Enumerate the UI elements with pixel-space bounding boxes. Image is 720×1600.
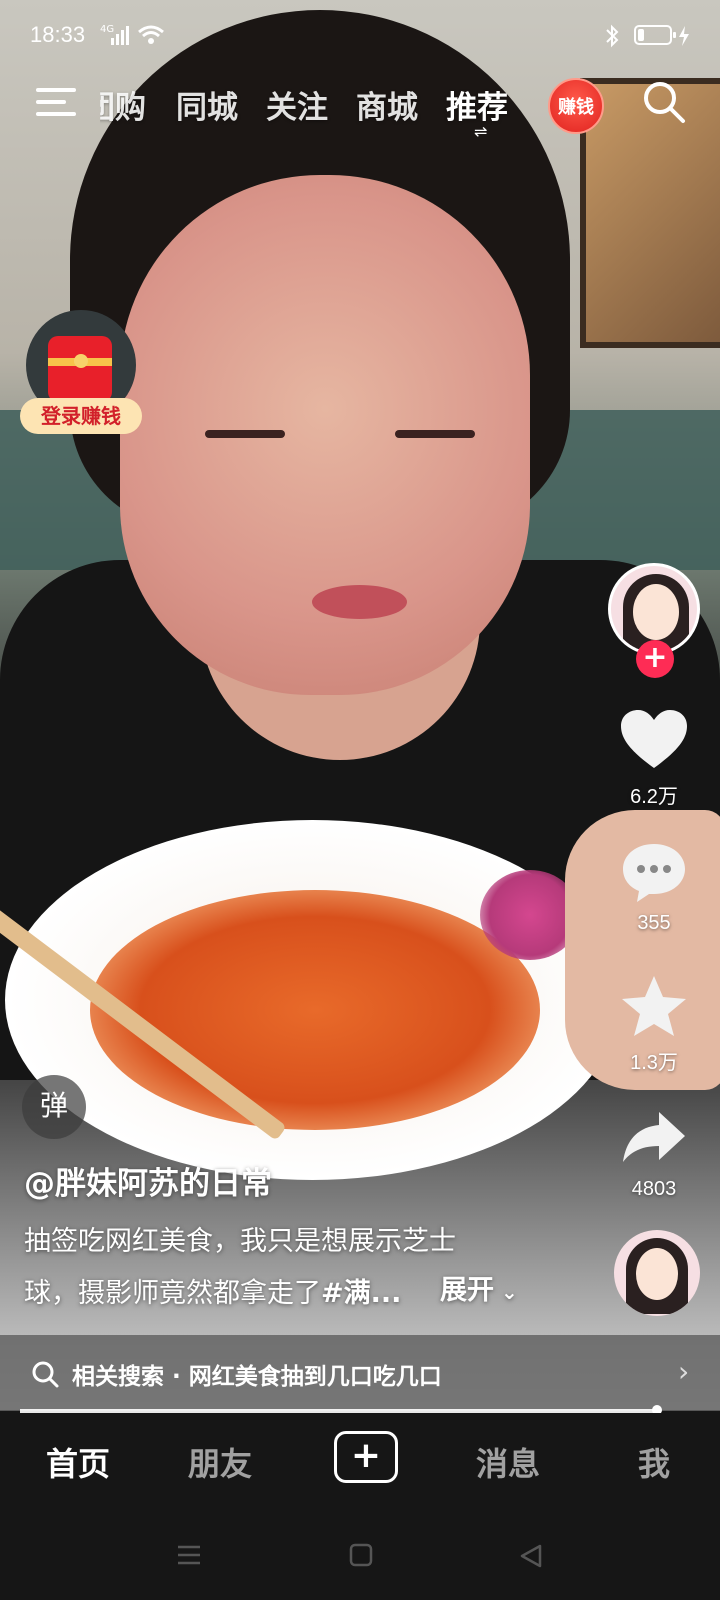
related-search-text: 相关搜索 · 网红美食抽到几口吃几口 (72, 1357, 442, 1391)
menu-icon[interactable] (36, 86, 76, 118)
related-search-icon (32, 1361, 59, 1388)
related-search-prefix: 相关搜索 · (72, 1364, 189, 1390)
recent-apps-icon[interactable] (176, 1543, 202, 1567)
tab-following[interactable]: 关注 (266, 82, 328, 127)
earn-money-badge[interactable]: 赚钱 (548, 78, 604, 134)
like-button[interactable]: 6.2万 (604, 708, 704, 809)
follow-button[interactable]: + (636, 640, 674, 678)
signal-icon (111, 26, 129, 45)
comment-icon (623, 844, 685, 902)
tab-group-buy[interactable]: 团购 (100, 82, 146, 127)
share-count: 4803 (631, 1178, 677, 1200)
create-post-button[interactable]: + (334, 1431, 398, 1483)
battery-icon (634, 25, 676, 45)
nav-friends[interactable]: 朋友 (188, 1439, 252, 1485)
red-packet-label: 登录赚钱 (20, 398, 142, 434)
favorite-count: 1.3万 (630, 1052, 678, 1074)
comment-button[interactable]: 355 (604, 840, 704, 935)
tab-recommend[interactable]: 推荐 (446, 82, 508, 127)
tab-nearby[interactable]: 同城 (176, 82, 238, 127)
like-count: 6.2万 (630, 786, 678, 808)
red-envelope-icon (48, 336, 112, 402)
charging-icon (679, 26, 689, 46)
description-hashtag[interactable]: #满... (321, 1278, 401, 1309)
author-name[interactable]: @胖妹阿苏的日常 (24, 1158, 272, 1203)
chevron-right-icon: › (678, 1355, 690, 1388)
home-square-icon[interactable] (349, 1543, 373, 1567)
nav-me[interactable]: 我 (638, 1439, 670, 1485)
comment-count: 355 (637, 912, 671, 934)
wifi-icon (138, 25, 164, 44)
right-eye (395, 430, 475, 438)
nav-home[interactable]: 首页 (46, 1439, 110, 1485)
share-button[interactable]: 4803 (604, 1106, 704, 1201)
nav-messages[interactable]: 消息 (476, 1439, 540, 1485)
status-bar: 18:33 4G (0, 0, 720, 70)
bluetooth-icon (606, 24, 619, 48)
related-search-query: 网红美食抽到几口吃几口 (188, 1364, 442, 1390)
danmu-toggle-button[interactable]: 弹 (22, 1075, 86, 1139)
avatar-face (633, 584, 679, 640)
heart-icon (621, 710, 687, 768)
description-text: 球，摄影师竟然都拿走了 (24, 1278, 321, 1309)
back-triangle-icon[interactable] (518, 1543, 544, 1569)
bottom-navigation: 首页 朋友 + 消息 我 (0, 1413, 720, 1513)
left-eye (205, 430, 285, 438)
top-navigation: 团购 同城 关注 商城 推荐 ⇌ 赚钱 (0, 70, 720, 141)
dumplings-in-sauce (90, 890, 540, 1130)
description-line-1: 抽签吃网红美食，我只是想展示芝士 (24, 1226, 456, 1257)
star-icon (622, 976, 686, 1036)
favorite-button[interactable]: 1.3万 (604, 974, 704, 1075)
related-search-bar[interactable]: 相关搜索 · 网红美食抽到几口吃几口 › (0, 1335, 720, 1411)
disc-avatar-face (636, 1248, 678, 1300)
expand-button[interactable]: 展开 ⌄ (440, 1268, 518, 1307)
system-navigation-bar (0, 1513, 720, 1600)
share-arrow-icon (623, 1112, 685, 1162)
earn-money-label: 赚钱 (558, 97, 594, 118)
red-packet-widget[interactable]: 登录赚钱 (20, 310, 142, 434)
search-icon[interactable] (640, 78, 688, 126)
mouth (312, 585, 407, 619)
tab-mall[interactable]: 商城 (356, 82, 418, 127)
music-disc-avatar[interactable] (614, 1230, 700, 1316)
expand-label: 展开 (440, 1275, 494, 1306)
swap-icon: ⇌ (474, 122, 488, 141)
chevron-down-icon: ⌄ (494, 1280, 518, 1304)
status-time: 18:33 (30, 22, 86, 47)
